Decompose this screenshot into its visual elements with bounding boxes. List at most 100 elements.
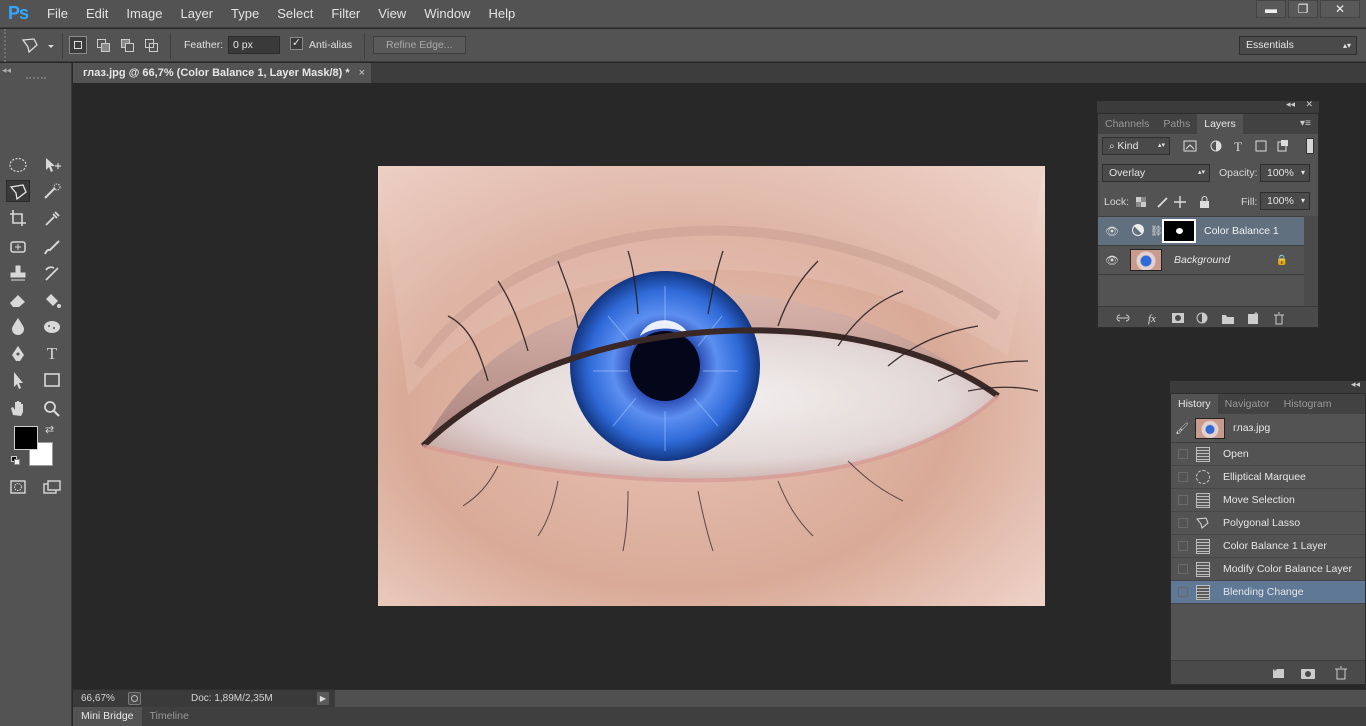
tab-histogram[interactable]: Histogram bbox=[1277, 394, 1339, 414]
blur-tool-icon[interactable] bbox=[6, 315, 30, 337]
history-brush-icon[interactable]: 🖌 bbox=[1171, 422, 1193, 435]
menu-image[interactable]: Image bbox=[117, 0, 171, 28]
history-step-checkbox[interactable] bbox=[1178, 587, 1188, 597]
path-selection-tool-icon[interactable] bbox=[6, 369, 30, 391]
eye-visibility-icon[interactable]: 👁 bbox=[1098, 225, 1126, 238]
history-step[interactable]: Polygonal Lasso bbox=[1171, 512, 1365, 535]
add-selection-icon[interactable] bbox=[94, 36, 112, 54]
history-footer-icons[interactable] bbox=[1271, 666, 1357, 680]
status-info-icon[interactable] bbox=[128, 692, 141, 705]
refine-edge-button[interactable]: Refine Edge... bbox=[373, 36, 466, 54]
filter-kind-select[interactable]: ⌕ Kind ▴▾ bbox=[1102, 137, 1170, 155]
history-step-checkbox[interactable] bbox=[1178, 518, 1188, 528]
brush-tool-icon[interactable] bbox=[40, 236, 64, 258]
blend-mode-select[interactable]: Overlay ▴▾ bbox=[1102, 164, 1210, 182]
history-snapshot[interactable]: 🖌 глаз.jpg bbox=[1171, 414, 1365, 443]
layer-row-background[interactable]: 👁 Background 🔒 bbox=[1098, 246, 1304, 275]
zoom-level[interactable]: 66,67% bbox=[81, 693, 115, 704]
spot-healing-tool-icon[interactable] bbox=[6, 236, 30, 258]
subtract-selection-icon[interactable] bbox=[118, 36, 136, 54]
menu-file[interactable]: File bbox=[38, 0, 77, 28]
history-step-selected[interactable]: Blending Change bbox=[1171, 581, 1365, 604]
horizontal-scrollbar[interactable] bbox=[335, 690, 1366, 707]
screen-mode-icon[interactable] bbox=[40, 476, 64, 498]
clone-stamp-tool-icon[interactable] bbox=[6, 262, 30, 284]
layer-filter-icons[interactable]: T bbox=[1182, 138, 1302, 154]
feather-input[interactable] bbox=[228, 36, 280, 54]
intersect-selection-icon[interactable] bbox=[142, 36, 160, 54]
tab-navigator[interactable]: Navigator bbox=[1218, 394, 1277, 414]
document-tab[interactable]: глаз.jpg @ 66,7% (Color Balance 1, Layer… bbox=[73, 63, 371, 83]
crop-tool-icon[interactable] bbox=[6, 207, 30, 229]
history-step[interactable]: Elliptical Marquee bbox=[1171, 466, 1365, 489]
lock-options-icons[interactable] bbox=[1134, 194, 1214, 210]
workspace-select[interactable]: Essentials ▴▾ bbox=[1239, 36, 1357, 55]
sponge-tool-icon[interactable] bbox=[40, 315, 64, 337]
tab-mini-bridge[interactable]: Mini Bridge bbox=[73, 707, 142, 726]
pen-tool-icon[interactable] bbox=[6, 343, 30, 365]
layers-scrollbar[interactable] bbox=[1304, 216, 1318, 306]
history-step[interactable]: Color Balance 1 Layer bbox=[1171, 535, 1365, 558]
polygonal-lasso-tool-icon[interactable] bbox=[6, 180, 30, 202]
close-document-icon[interactable]: × bbox=[359, 63, 365, 83]
foreground-color-swatch[interactable] bbox=[14, 426, 38, 450]
tab-paths[interactable]: Paths bbox=[1156, 114, 1197, 134]
hand-tool-icon[interactable] bbox=[6, 397, 30, 419]
tab-channels[interactable]: Channels bbox=[1098, 114, 1156, 134]
layer-name[interactable]: Color Balance 1 bbox=[1204, 225, 1279, 237]
menu-edit[interactable]: Edit bbox=[77, 0, 117, 28]
document-image-eye[interactable] bbox=[378, 166, 1045, 606]
history-step-checkbox[interactable] bbox=[1178, 541, 1188, 551]
eyedropper-tool-icon[interactable] bbox=[40, 207, 64, 229]
panel-menu-icon[interactable]: ▾≡ bbox=[1300, 114, 1318, 134]
panel-grip[interactable] bbox=[26, 77, 46, 79]
tab-layers[interactable]: Layers bbox=[1197, 114, 1243, 134]
layer-row-color-balance[interactable]: 👁 ⛓ Color Balance 1 bbox=[1098, 217, 1304, 246]
swap-colors-icon[interactable]: ⇄ bbox=[45, 423, 54, 436]
eye-visibility-icon[interactable]: 👁 bbox=[1098, 254, 1126, 267]
zoom-tool-icon[interactable] bbox=[40, 397, 64, 419]
quick-selection-tool-icon[interactable] bbox=[40, 181, 64, 203]
mask-link-icon[interactable]: ⛓ bbox=[1150, 226, 1163, 237]
elliptical-marquee-tool-icon[interactable] bbox=[6, 154, 30, 176]
history-step-checkbox[interactable] bbox=[1178, 472, 1188, 482]
collapse-icon[interactable]: ◂◂ bbox=[1286, 99, 1295, 110]
history-brush-tool-icon[interactable] bbox=[40, 262, 64, 284]
tab-history[interactable]: History bbox=[1171, 394, 1218, 414]
default-colors-icon[interactable] bbox=[11, 456, 20, 465]
history-step[interactable]: Move Selection bbox=[1171, 489, 1365, 512]
move-tool-icon[interactable] bbox=[40, 154, 64, 176]
menu-type[interactable]: Type bbox=[222, 0, 268, 28]
close-window-button[interactable]: ✕ bbox=[1320, 0, 1360, 18]
eraser-tool-icon[interactable] bbox=[6, 289, 30, 311]
menu-select[interactable]: Select bbox=[268, 0, 322, 28]
menu-view[interactable]: View bbox=[369, 0, 415, 28]
options-grip[interactable] bbox=[4, 29, 12, 62]
history-step-checkbox[interactable] bbox=[1178, 564, 1188, 574]
menu-filter[interactable]: Filter bbox=[322, 0, 369, 28]
history-step[interactable]: Open bbox=[1171, 443, 1365, 466]
opacity-input[interactable]: 100% ▾ bbox=[1260, 164, 1310, 182]
menu-window[interactable]: Window bbox=[415, 0, 479, 28]
close-panel-icon[interactable]: ✕ bbox=[1305, 99, 1313, 110]
antialias-checkbox[interactable]: ✓ bbox=[290, 37, 303, 50]
history-step-checkbox[interactable] bbox=[1178, 495, 1188, 505]
fill-input[interactable]: 100% ▾ bbox=[1260, 192, 1310, 210]
quick-mask-icon[interactable] bbox=[6, 476, 30, 498]
restore-button[interactable]: ❐ bbox=[1288, 0, 1318, 18]
type-tool-icon[interactable]: T bbox=[40, 343, 64, 365]
new-selection-icon[interactable] bbox=[69, 36, 87, 54]
collapse-icon[interactable]: ◂◂ bbox=[1351, 379, 1360, 390]
layer-name[interactable]: Background bbox=[1174, 254, 1230, 266]
layer-thumbnail[interactable] bbox=[1130, 249, 1162, 271]
menu-layer[interactable]: Layer bbox=[172, 0, 223, 28]
filter-toggle[interactable] bbox=[1306, 138, 1314, 154]
layers-footer-icons[interactable]: fx bbox=[1116, 311, 1296, 325]
history-step-checkbox[interactable] bbox=[1178, 449, 1188, 459]
rectangle-tool-icon[interactable] bbox=[40, 369, 64, 391]
status-menu-arrow-icon[interactable]: ▶ bbox=[317, 692, 329, 705]
polygonal-lasso-preset-icon[interactable] bbox=[20, 36, 56, 56]
tab-timeline[interactable]: Timeline bbox=[142, 707, 197, 726]
minimize-button[interactable]: ▬ bbox=[1256, 0, 1286, 18]
paint-bucket-tool-icon[interactable] bbox=[40, 289, 64, 311]
